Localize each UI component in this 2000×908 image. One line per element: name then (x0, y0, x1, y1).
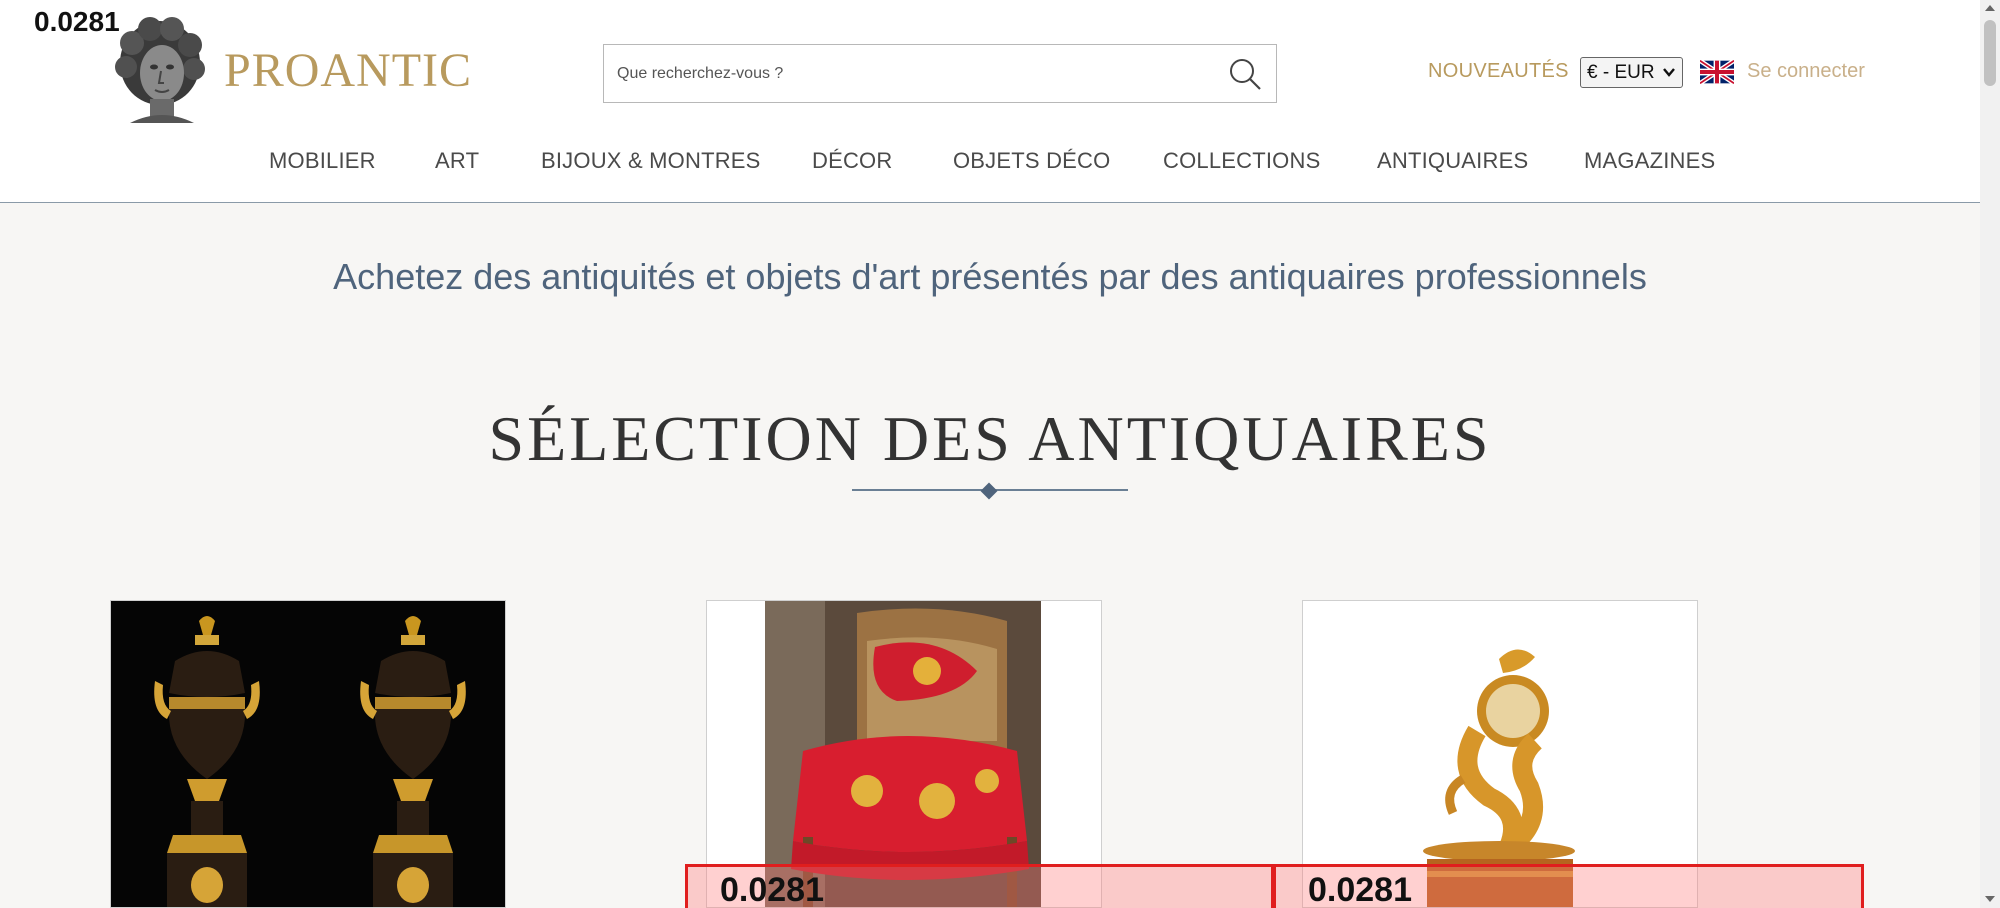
nav-item-bijoux-montres[interactable]: BIJOUX & MONTRES (541, 148, 761, 174)
product-card[interactable] (1302, 600, 1698, 908)
nav-item-antiquaires[interactable]: ANTIQUAIRES (1377, 148, 1528, 174)
nav-item-magazines[interactable]: MAGAZINES (1584, 148, 1715, 174)
currency-select[interactable]: € - EUR (1580, 57, 1683, 88)
scroll-down-icon[interactable] (1985, 896, 1995, 902)
nav-item-collections[interactable]: COLLECTIONS (1163, 148, 1320, 174)
section-title: SÉLECTION DES ANTIQUAIRES (488, 403, 1492, 474)
search-icon[interactable] (1228, 57, 1262, 91)
score-label-card3: 0.0281 (1308, 871, 1412, 908)
logo-bust-icon (110, 15, 210, 125)
main-nav: MOBILIER ART BIJOUX & MONTRES DÉCOR OBJE… (0, 148, 1980, 178)
site-header: PROANTIC 0.0281 NOUVEAUTÉS € - EUR Se co… (0, 0, 1980, 203)
chevron-down-icon (1662, 63, 1676, 87)
logo-link[interactable]: PROANTIC (110, 15, 473, 125)
product-card[interactable] (706, 600, 1102, 908)
product-card[interactable] (110, 600, 506, 908)
score-overlay-card3: 0.0281 (1273, 864, 1864, 908)
search-input[interactable] (604, 45, 1204, 102)
title-diamond (980, 482, 998, 500)
login-link[interactable]: Se connecter (1747, 60, 1865, 83)
nav-item-art[interactable]: ART (435, 148, 479, 174)
nav-item-mobilier[interactable]: MOBILIER (269, 148, 376, 174)
logo-text: PROANTIC (224, 43, 473, 97)
score-overlay-card2: 0.0281 (685, 864, 1274, 908)
nav-item-decor[interactable]: DÉCOR (812, 148, 892, 174)
scrollbar[interactable] (1980, 0, 2000, 908)
uk-flag-icon[interactable] (1698, 58, 1736, 86)
product-image-clock (1303, 601, 1697, 907)
tagline: Achetez des antiquités et objets d'art p… (333, 256, 1647, 297)
nouveautes-link[interactable]: NOUVEAUTÉS (1428, 60, 1569, 83)
scroll-thumb[interactable] (1984, 20, 1996, 86)
score-label-card2: 0.0281 (720, 871, 824, 908)
search-box (603, 44, 1277, 103)
nav-item-objets-deco[interactable]: OBJETS DÉCO (953, 148, 1110, 174)
product-image-armchair (707, 601, 1101, 907)
score-label-top: 0.0281 (34, 6, 120, 37)
product-image-urns (111, 601, 505, 907)
scroll-up-icon[interactable] (1985, 5, 1995, 11)
currency-value: € - EUR (1587, 61, 1655, 83)
